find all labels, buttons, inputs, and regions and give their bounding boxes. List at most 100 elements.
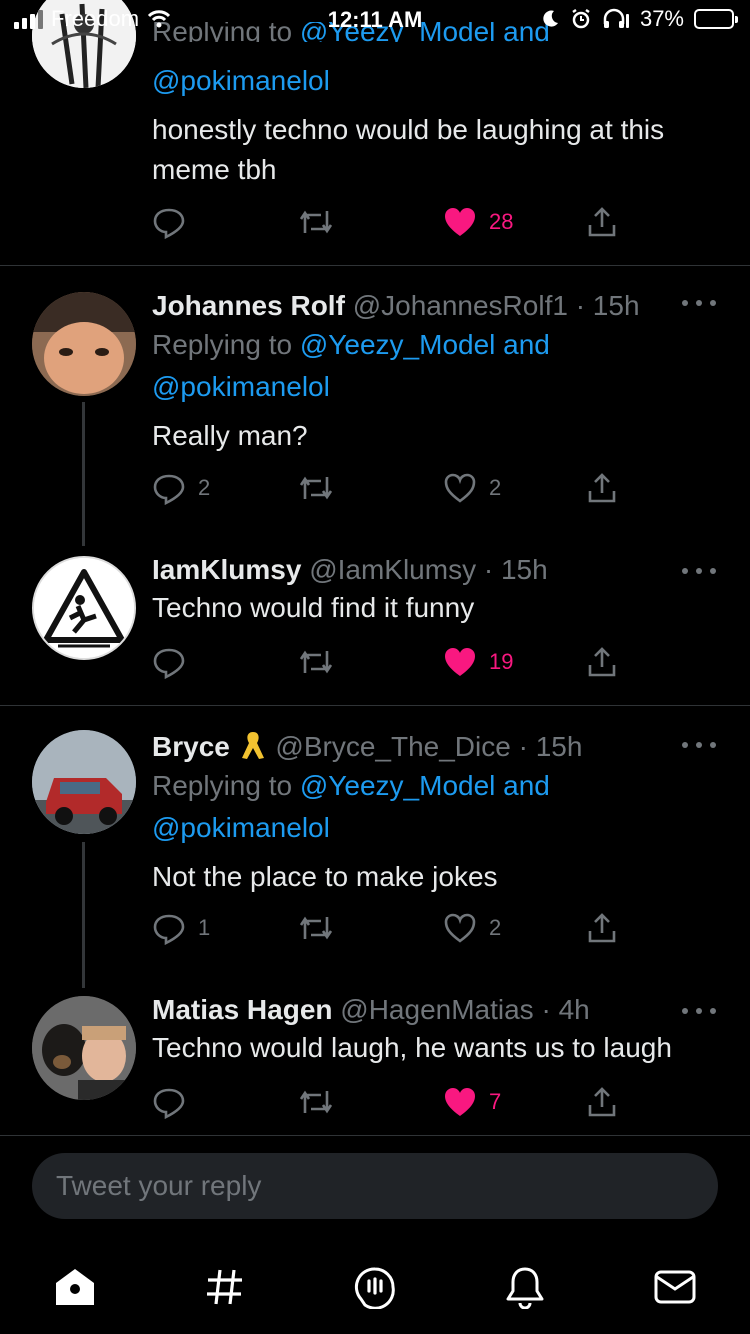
moon-icon: [543, 10, 558, 27]
like-button[interactable]: 2: [443, 908, 501, 948]
tweet-text: Really man?: [152, 420, 308, 451]
retweet-button[interactable]: [297, 202, 335, 242]
like-count: 7: [489, 1089, 502, 1114]
tweet-reply-input[interactable]: Tweet your reply: [32, 1153, 718, 1219]
like-button[interactable]: 7: [443, 1082, 501, 1122]
retweet-button[interactable]: [297, 908, 335, 948]
mention-link[interactable]: @pokimanelol: [152, 371, 330, 402]
tweet-text: Techno would laugh, he wants us to laugh: [152, 1032, 672, 1063]
handle-and-time: @JohannesRolf1 · 15h: [352, 290, 640, 321]
tweet-actions: 28: [152, 202, 632, 242]
tweet-1[interactable]: Johannes Rolf @JohannesRolf1 · 15h Reply…: [0, 266, 750, 546]
mention-link[interactable]: @Yeezy_Model and: [300, 770, 550, 801]
tweet-text: Techno would find it funny: [152, 592, 475, 623]
reply-count: 2: [198, 475, 211, 500]
share-button[interactable]: [585, 908, 619, 948]
reply-icon: [153, 648, 185, 679]
like-count: 19: [489, 649, 514, 674]
retweet-icon: [299, 650, 333, 674]
headphones-icon: [603, 8, 629, 28]
more-options-icon[interactable]: [682, 300, 716, 306]
heart-outline-icon: [444, 913, 476, 943]
handle-and-time: @HagenMatias · 4h: [340, 994, 590, 1025]
share-icon: [588, 207, 616, 237]
notifications-bell-icon: [506, 1267, 544, 1309]
handle-and-time: @IamKlumsy · 15h: [309, 554, 548, 585]
avatar[interactable]: [32, 996, 136, 1100]
reply-icon: [153, 914, 185, 945]
like-count: 28: [489, 209, 514, 234]
tab-spaces[interactable]: [350, 1262, 400, 1312]
retweet-button[interactable]: [297, 468, 335, 508]
share-button[interactable]: [585, 1082, 619, 1122]
yellow-ribbon-icon: [241, 732, 264, 759]
battery-icon: [694, 9, 738, 29]
share-icon: [588, 647, 616, 677]
thread-line: [82, 402, 85, 546]
replying-to: Replying to @Yeezy_Model and: [152, 329, 550, 360]
like-count: 2: [489, 475, 502, 500]
tweet-2[interactable]: IamKlumsy @IamKlumsy · 15h Techno would …: [0, 536, 750, 706]
reply-button[interactable]: 2: [152, 468, 210, 508]
retweet-button[interactable]: [297, 1082, 335, 1122]
tab-messages[interactable]: [650, 1262, 700, 1312]
battery-percent: 37%: [639, 6, 684, 31]
heart-filled-icon: [445, 1088, 475, 1116]
display-name[interactable]: Johannes Rolf: [152, 290, 345, 321]
share-button[interactable]: [585, 468, 619, 508]
home-icon: [56, 1269, 94, 1305]
tweet-3[interactable]: Bryce @Bryce_The_Dice · 15h Replying to …: [0, 706, 750, 988]
reply-button[interactable]: 1: [152, 908, 210, 948]
status-bar: Freedom 12:11 AM 37%: [0, 0, 750, 40]
retweet-button[interactable]: [297, 642, 335, 682]
heart-filled-icon: [445, 208, 475, 236]
share-button[interactable]: [585, 202, 619, 242]
messages-envelope-icon: [654, 1270, 696, 1304]
reply-placeholder: Tweet your reply: [56, 1170, 262, 1201]
retweet-icon: [299, 1090, 333, 1114]
tweet-4[interactable]: Matias Hagen @HagenMatias · 4h Techno wo…: [0, 976, 750, 1136]
more-options-icon[interactable]: [682, 568, 716, 574]
reply-button[interactable]: [152, 202, 186, 242]
avatar[interactable]: [32, 730, 136, 834]
reply-button[interactable]: [152, 1082, 186, 1122]
thread-line: [82, 842, 85, 988]
display-name[interactable]: Matias Hagen: [152, 994, 333, 1025]
share-icon: [588, 473, 616, 503]
replying-to: Replying to @Yeezy_Model and: [152, 770, 550, 801]
bottom-tab-bar: [0, 1240, 750, 1334]
tab-home[interactable]: [50, 1262, 100, 1312]
avatar[interactable]: [32, 292, 136, 396]
like-button[interactable]: 2: [443, 468, 501, 508]
spaces-icon: [354, 1267, 395, 1309]
reply-button[interactable]: [152, 642, 186, 682]
alarm-icon: [572, 8, 590, 29]
more-options-icon[interactable]: [682, 1008, 716, 1014]
display-name[interactable]: Bryce: [152, 731, 230, 762]
like-button[interactable]: 28: [443, 202, 513, 242]
retweet-icon: [299, 916, 333, 940]
share-button[interactable]: [585, 642, 619, 682]
tab-explore[interactable]: [200, 1262, 250, 1312]
retweet-icon: [299, 476, 333, 500]
tweet-actions: 1 2: [152, 908, 632, 948]
heart-outline-icon: [444, 473, 476, 503]
mention-link[interactable]: @pokimanelol: [152, 812, 330, 843]
tweet-text: honestly techno would be laughing at thi…: [152, 114, 665, 185]
status-right: 37%: [540, 6, 738, 32]
retweet-icon: [299, 210, 333, 234]
tab-notifications[interactable]: [500, 1262, 550, 1312]
mention-link[interactable]: @pokimanelol: [152, 65, 330, 96]
mention-link[interactable]: @Yeezy_Model and: [300, 329, 550, 360]
like-button[interactable]: 19: [443, 642, 513, 682]
reply-count: 1: [198, 915, 211, 940]
share-icon: [588, 1087, 616, 1117]
avatar[interactable]: [32, 556, 136, 660]
reply-icon: [153, 208, 185, 239]
tweet-text: Not the place to make jokes: [152, 861, 498, 892]
share-icon: [588, 913, 616, 943]
display-name[interactable]: IamKlumsy: [152, 554, 301, 585]
more-options-icon[interactable]: [682, 742, 716, 748]
reply-icon: [153, 474, 185, 505]
reply-icon: [153, 1088, 185, 1119]
